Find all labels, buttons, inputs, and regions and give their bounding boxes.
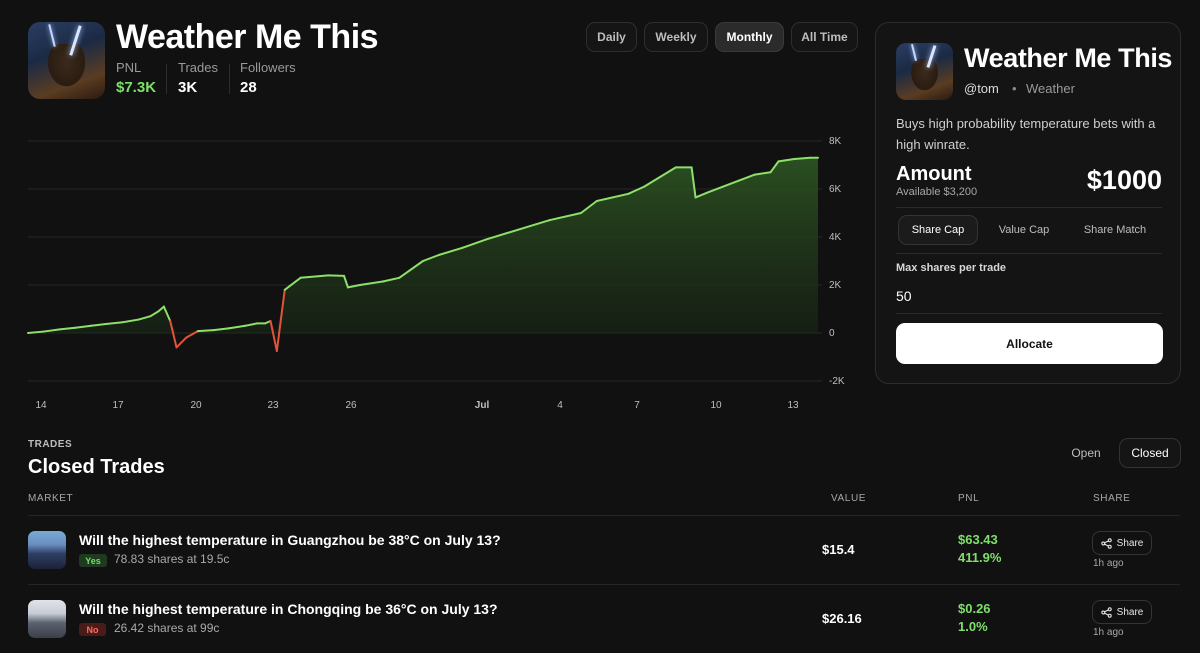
y-tick-label: -2K	[829, 376, 845, 387]
divider	[896, 253, 1162, 254]
trader-avatar	[896, 43, 953, 100]
separator-dot: •	[1012, 81, 1017, 96]
pnl-amount: $0.26	[958, 601, 991, 616]
trade-pnl: $63.43 411.9%	[958, 531, 1001, 567]
x-tick-label: 4	[557, 400, 563, 411]
trade-value: $26.16	[822, 611, 862, 626]
period-monthly-button[interactable]: Monthly	[715, 22, 784, 52]
value-cap-tab[interactable]: Value Cap	[986, 215, 1062, 245]
stat-trades: Trades 3K	[178, 60, 218, 96]
filter-open-tab[interactable]: Open	[1060, 438, 1112, 468]
trader-name: Weather Me This	[964, 43, 1173, 73]
market-question[interactable]: Will the highest temperature in Chongqin…	[79, 601, 498, 617]
stat-value: 28	[240, 79, 257, 96]
x-tick-label: 26	[345, 400, 357, 411]
divider	[896, 207, 1162, 208]
pnl-amount: $63.43	[958, 532, 998, 547]
trade-value: $15.4	[822, 542, 855, 557]
page-title: Weather Me This	[116, 18, 379, 56]
allocate-button[interactable]: Allocate	[896, 323, 1163, 364]
trader-description: Buys high probability temperature bets w…	[896, 116, 1156, 152]
pnl-line-segment	[175, 336, 187, 349]
x-tick-label: 13	[787, 400, 799, 411]
pnl-line-segment	[269, 320, 278, 352]
filter-closed-tab[interactable]: Closed	[1119, 438, 1181, 468]
pnl-line-segment	[169, 320, 178, 349]
x-tick-label: 23	[267, 400, 279, 411]
shares-info: 26.42 shares at 99c	[114, 621, 220, 635]
pnl-line-segment	[196, 329, 215, 333]
column-header-market: MARKET	[28, 493, 74, 504]
side-badge: Yes	[79, 554, 107, 567]
pnl-percent: 411.9%	[958, 550, 1002, 565]
share-button[interactable]: Share	[1092, 600, 1152, 624]
divider	[896, 313, 1162, 314]
section-eyebrow: TRADES	[28, 439, 73, 450]
column-header-pnl: PNL	[958, 493, 980, 504]
stat-divider	[229, 64, 230, 94]
period-daily-button[interactable]: Daily	[586, 22, 637, 52]
max-shares-input[interactable]: 50	[896, 288, 912, 304]
market-question[interactable]: Will the highest temperature in Guangzho…	[79, 532, 501, 548]
side-badge: No	[79, 623, 106, 636]
trade-time: 1h ago	[1093, 627, 1124, 638]
amount-input[interactable]: $1000	[1087, 165, 1162, 196]
column-header-value: VALUE	[831, 493, 867, 504]
stat-followers: Followers 28	[240, 60, 296, 96]
stat-pnl: PNL $7.3K	[116, 60, 156, 96]
stat-value: $7.3K	[116, 79, 157, 96]
x-tick-label: 20	[190, 400, 202, 411]
shares-info: 78.83 shares at 19.5c	[114, 552, 230, 566]
profile-avatar	[28, 22, 105, 99]
available-balance: Available $3,200	[896, 186, 978, 198]
y-tick-label: 2K	[829, 280, 842, 291]
share-icon	[1100, 606, 1112, 618]
share-button[interactable]: Share	[1092, 531, 1152, 555]
stat-label: Trades	[178, 60, 218, 75]
y-tick-label: 4K	[829, 232, 842, 243]
market-thumbnail	[28, 531, 66, 569]
period-all-time-button[interactable]: All Time	[791, 22, 858, 52]
pnl-chart	[27, 140, 822, 382]
copy-trade-panel: Weather Me This @tom • Weather Buys high…	[875, 22, 1181, 384]
row-divider	[28, 515, 1180, 516]
y-tick-label: 0	[829, 328, 835, 339]
stat-value: 3K	[178, 79, 198, 96]
trade-time: 1h ago	[1093, 558, 1124, 569]
share-match-tab[interactable]: Share Match	[1070, 215, 1160, 245]
max-shares-label: Max shares per trade	[896, 262, 1007, 274]
y-tick-label: 6K	[829, 184, 842, 195]
x-tick-label: 7	[634, 400, 640, 411]
share-icon	[1100, 537, 1112, 549]
period-weekly-button[interactable]: Weekly	[644, 22, 708, 52]
column-header-share: SHARE	[1093, 493, 1131, 504]
x-tick-label: 10	[710, 400, 722, 411]
share-cap-tab[interactable]: Share Cap	[898, 215, 978, 245]
market-thumbnail	[28, 600, 66, 638]
share-label: Share	[1116, 537, 1144, 549]
x-tick-label: 17	[112, 400, 124, 411]
x-tick-label: 14	[35, 400, 47, 411]
stat-label: PNL	[116, 60, 142, 75]
trade-pnl: $0.26 1.0%	[958, 600, 991, 636]
trader-handle[interactable]: @tom	[964, 81, 999, 96]
x-tick-label: Jul	[474, 400, 490, 411]
section-title: Closed Trades	[28, 456, 165, 478]
pnl-line-segment	[793, 156, 812, 160]
stat-divider	[166, 64, 167, 94]
amount-label: Amount	[896, 163, 972, 185]
y-tick-label: 8K	[829, 136, 842, 147]
pnl-percent: 1.0%	[958, 619, 988, 634]
share-label: Share	[1116, 606, 1144, 618]
trader-category: Weather	[1026, 81, 1075, 96]
row-divider	[28, 584, 1180, 585]
stat-label: Followers	[240, 60, 296, 75]
chart-area	[28, 157, 818, 333]
